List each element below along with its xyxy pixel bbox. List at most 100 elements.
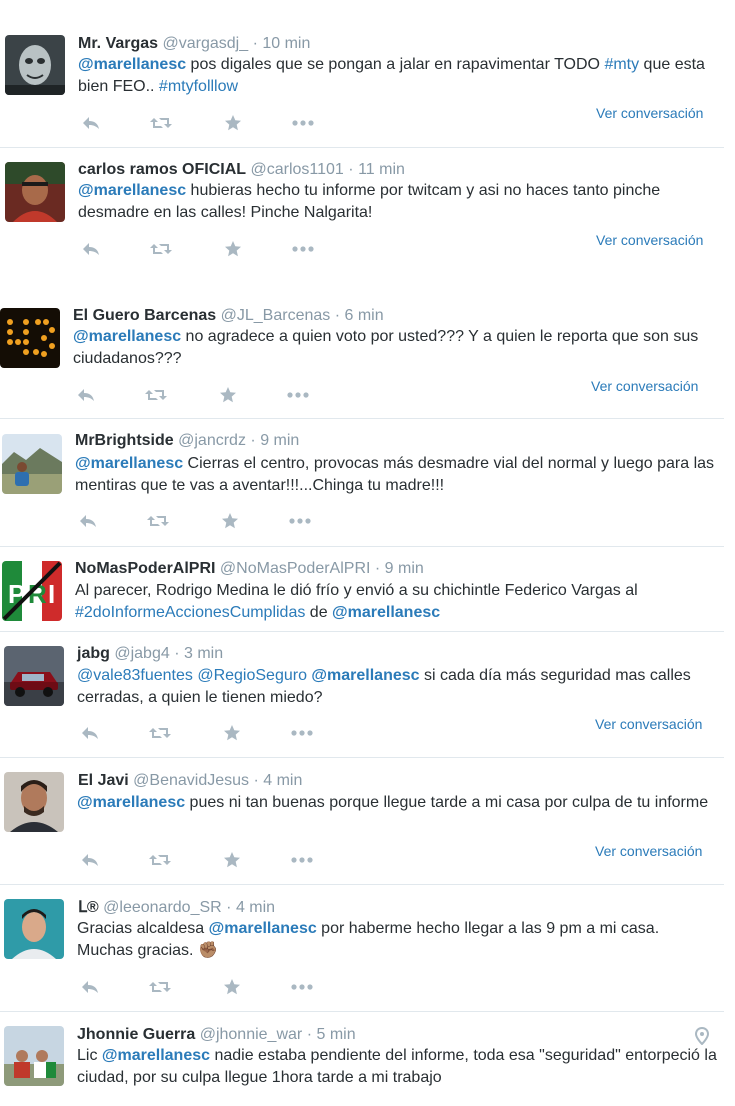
tweet-item[interactable]: MrBrightside @jancrdz · 9 min @marellane… (0, 419, 724, 547)
separator: · (174, 645, 180, 662)
tweet-item[interactable]: ᒪ® @leeonardo_SR · 4 min Gracias alcalde… (0, 885, 724, 1012)
mention-link[interactable]: @RegioSeguro (197, 667, 307, 684)
retweet-button[interactable] (143, 385, 169, 405)
hashtag-link[interactable]: #mtyfolllow (159, 78, 238, 95)
avatar[interactable] (4, 646, 64, 706)
favorite-button[interactable] (220, 239, 246, 259)
user-name[interactable]: El Javi (78, 772, 129, 789)
text-segment: Lic (77, 1047, 102, 1064)
view-conversation-link[interactable]: Ver conversación (595, 843, 702, 859)
reply-button[interactable] (77, 977, 103, 997)
user-name[interactable]: El Guero Barcenas (73, 307, 216, 324)
user-name[interactable]: ᒪ® (78, 899, 99, 916)
avatar[interactable] (4, 1026, 64, 1086)
avatar[interactable] (4, 899, 64, 959)
more-button[interactable] (289, 723, 315, 743)
favorite-button[interactable] (219, 723, 245, 743)
mention-link[interactable]: @marellanesc (209, 920, 317, 937)
retweet-button[interactable] (148, 113, 174, 133)
mention-link[interactable]: @marellanesc (77, 794, 185, 811)
tweet-item[interactable]: carlos ramos OFICIAL @carlos1101 · 11 mi… (0, 148, 724, 274)
avatar[interactable] (4, 772, 64, 832)
mention-link[interactable]: @marellanesc (78, 182, 186, 199)
retweet-button[interactable] (145, 511, 171, 531)
retweet-button[interactable] (148, 239, 174, 259)
tweet-time[interactable]: 9 min (385, 560, 424, 577)
star-icon (224, 114, 242, 132)
tweet-text: @marellanesc Cierras el centro, provocas… (75, 453, 715, 497)
reply-button[interactable] (73, 385, 99, 405)
tweet-item[interactable]: Jhonnie Guerra @jhonnie_war · 5 min Lic … (0, 1012, 724, 1106)
favorite-button[interactable] (215, 385, 241, 405)
tweet-time[interactable]: 11 min (358, 161, 405, 178)
user-handle[interactable]: @jabg4 (114, 645, 169, 662)
mention-link[interactable]: @marellanesc (75, 455, 183, 472)
user-name[interactable]: Jhonnie Guerra (77, 1026, 195, 1043)
user-handle[interactable]: @vargasdj_ (163, 35, 249, 52)
hashtag-link[interactable]: #2doInformeAccionesCumplidas (75, 604, 305, 621)
user-handle[interactable]: @BenavidJesus (133, 772, 249, 789)
separator: · (253, 772, 259, 789)
reply-button[interactable] (75, 511, 101, 531)
retweet-button[interactable] (147, 977, 173, 997)
mention-link[interactable]: @marellanesc (78, 56, 186, 73)
avatar[interactable] (5, 162, 65, 222)
tweet-item[interactable]: PRI NoMasPoderAlPRI @NoMasPoderAlPRI · 9… (0, 547, 724, 632)
reply-button[interactable] (78, 113, 104, 133)
tweet-time[interactable]: 3 min (184, 645, 223, 662)
view-conversation-link[interactable]: Ver conversación (596, 232, 703, 248)
reply-button[interactable] (77, 723, 103, 743)
user-handle[interactable]: @JL_Barcenas (221, 307, 331, 324)
tweet-time[interactable]: 9 min (260, 432, 299, 449)
tweet-item[interactable]: El Javi @BenavidJesus · 4 min @marellane… (0, 758, 724, 885)
user-handle[interactable]: @jancrdz (178, 432, 246, 449)
avatar[interactable] (2, 434, 62, 494)
more-button[interactable] (285, 385, 311, 405)
mention-link[interactable]: @marellanesc (332, 604, 440, 621)
tweet-item[interactable]: El Guero Barcenas @JL_Barcenas · 6 min @… (0, 294, 724, 419)
retweet-button[interactable] (147, 723, 173, 743)
tweet-time[interactable]: 5 min (316, 1026, 355, 1043)
tweet-time[interactable]: 10 min (262, 35, 310, 52)
user-name[interactable]: NoMasPoderAlPRI (75, 560, 215, 577)
user-name[interactable]: Mr. Vargas (78, 35, 158, 52)
mention-link[interactable]: @marellanesc (73, 328, 181, 345)
more-button[interactable] (290, 113, 316, 133)
more-button[interactable] (289, 977, 315, 997)
mention-link[interactable]: @marellanesc (102, 1047, 210, 1064)
text-segment: de (305, 604, 333, 621)
retweet-button[interactable] (147, 850, 173, 870)
view-conversation-link[interactable]: Ver conversación (591, 378, 698, 394)
reply-button[interactable] (78, 239, 104, 259)
mention-link[interactable]: @marellanesc (311, 667, 419, 684)
avatar[interactable] (0, 308, 60, 368)
user-name[interactable]: carlos ramos OFICIAL (78, 161, 246, 178)
tweet-time[interactable]: 4 min (263, 772, 302, 789)
reply-button[interactable] (77, 850, 103, 870)
user-handle[interactable]: @jhonnie_war (200, 1026, 303, 1043)
avatar[interactable] (5, 35, 65, 95)
more-button[interactable] (290, 239, 316, 259)
view-conversation-link[interactable]: Ver conversación (595, 716, 702, 732)
favorite-button[interactable] (217, 511, 243, 531)
tweet-time[interactable]: 4 min (236, 899, 275, 916)
star-icon (223, 978, 241, 996)
tweet-item[interactable]: jabg @jabg4 · 3 min @vale83fuentes @Regi… (0, 632, 724, 758)
retweet-icon (148, 979, 172, 995)
favorite-button[interactable] (220, 113, 246, 133)
more-button[interactable] (287, 511, 313, 531)
favorite-button[interactable] (219, 977, 245, 997)
user-handle[interactable]: @leeonardo_SR (103, 899, 222, 916)
hashtag-link[interactable]: #mty (604, 56, 639, 73)
favorite-button[interactable] (219, 850, 245, 870)
mention-link[interactable]: @vale83fuentes (77, 667, 193, 684)
user-name[interactable]: MrBrightside (75, 432, 174, 449)
avatar[interactable]: PRI (2, 561, 62, 621)
tweet-item[interactable]: Mr. Vargas @vargasdj_ · 10 min @marellan… (0, 22, 724, 148)
more-button[interactable] (289, 850, 315, 870)
user-handle[interactable]: @NoMasPoderAlPRI (220, 560, 371, 577)
view-conversation-link[interactable]: Ver conversación (596, 105, 703, 121)
user-handle[interactable]: @carlos1101 (251, 161, 344, 178)
user-name[interactable]: jabg (77, 645, 110, 662)
tweet-time[interactable]: 6 min (345, 307, 384, 324)
